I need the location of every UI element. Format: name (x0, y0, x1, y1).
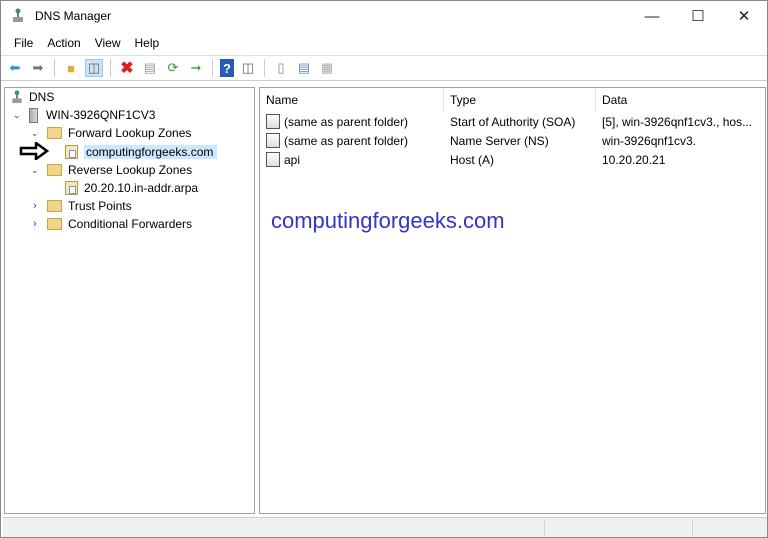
up-folder-icon[interactable]: ■ (62, 59, 80, 77)
tree-label: WIN-3926QNF1CV3 (46, 108, 156, 122)
tree-label: 20.20.10.in-addr.arpa (84, 181, 199, 195)
tree-dns-root[interactable]: DNS (11, 88, 54, 106)
close-button[interactable]: ✕ (721, 1, 767, 31)
tree-label: Conditional Forwarders (68, 217, 193, 231)
server-icon (29, 107, 38, 123)
pointer-arrow-icon (19, 142, 49, 160)
cell-type: Start of Authority (SOA) (450, 115, 576, 129)
help-icon[interactable]: ? (220, 59, 234, 77)
separator (110, 59, 111, 77)
title-bar: DNS Manager — ☐ ✕ (1, 1, 767, 31)
column-header-type[interactable]: Type (444, 88, 596, 112)
folder-icon (47, 164, 62, 176)
delete-icon[interactable]: ✖ (118, 59, 136, 77)
minimize-button[interactable]: — (629, 1, 675, 31)
chevron-right-icon[interactable]: › (33, 200, 37, 212)
forward-icon[interactable]: ➡ (29, 59, 47, 77)
chevron-right-icon[interactable]: › (33, 218, 37, 230)
folder-icon (47, 127, 62, 139)
window-title: DNS Manager (35, 9, 112, 23)
tree-trust-points[interactable]: Trust Points (47, 197, 132, 215)
status-divider (544, 521, 545, 535)
maximize-button[interactable]: ☐ (675, 1, 721, 31)
cell-name: api (284, 153, 301, 167)
chevron-down-icon[interactable]: ⌄ (31, 128, 39, 139)
tree-label: DNS (29, 90, 55, 104)
dns-icon (12, 90, 22, 104)
results-list: Name Type Data (same as parent folder) S… (259, 87, 766, 514)
chevron-down-icon[interactable]: ⌄ (31, 165, 39, 176)
cell-type: Host (A) (450, 153, 495, 167)
status-bar (3, 517, 767, 537)
folder-icon (47, 200, 62, 212)
tree-zone-reverse[interactable]: 20.20.10.in-addr.arpa (65, 179, 198, 197)
menu-file[interactable]: File (7, 36, 40, 50)
chevron-down-icon[interactable]: ⌄ (13, 110, 21, 121)
record-icon (266, 152, 280, 167)
table-row[interactable]: api Host (A) 10.20.20.21 (264, 151, 764, 169)
zone-icon (65, 181, 78, 195)
cell-data: [5], win-3926qnf1cv3., hos... (602, 115, 753, 129)
tree-forward-lookup-zones[interactable]: Forward Lookup Zones (47, 124, 191, 142)
filter-icon[interactable]: ▦ (318, 59, 336, 77)
dns-app-icon (13, 8, 23, 22)
tree-conditional-forwarders[interactable]: Conditional Forwarders (47, 215, 192, 233)
menu-view[interactable]: View (88, 36, 128, 50)
tree-reverse-lookup-zones[interactable]: Reverse Lookup Zones (47, 161, 192, 179)
refresh-icon[interactable]: ⟳ (164, 59, 182, 77)
cell-data: win-3926qnf1cv3. (602, 134, 697, 148)
menu-help[interactable]: Help (128, 36, 167, 50)
cell-name: (same as parent folder) (284, 134, 409, 148)
separator (212, 59, 213, 77)
cell-type: Name Server (NS) (450, 134, 549, 148)
separator (264, 59, 265, 77)
column-header-data[interactable]: Data (596, 88, 766, 112)
back-icon[interactable]: ⬅ (6, 59, 24, 77)
status-divider (692, 521, 693, 535)
table-row[interactable]: (same as parent folder) Name Server (NS)… (264, 132, 764, 150)
zone-icon[interactable]: ▤ (295, 59, 313, 77)
export-list-icon[interactable]: ➞ (187, 59, 205, 77)
tree-label: Forward Lookup Zones (68, 126, 192, 140)
menu-bar: File Action View Help (1, 32, 166, 54)
show-hide-console-tree-icon[interactable]: ◫ (85, 59, 103, 77)
separator (54, 59, 55, 77)
cell-name: (same as parent folder) (284, 115, 409, 129)
properties-icon[interactable]: ▤ (141, 59, 159, 77)
column-header-name[interactable]: Name (260, 88, 444, 112)
record-icon (266, 114, 280, 129)
cell-data: 10.20.20.21 (602, 153, 666, 167)
watermark-text: computingforgeeks.com (271, 208, 505, 233)
server-icon[interactable]: ▯ (272, 59, 290, 77)
action-pane-icon[interactable]: ◫ (239, 59, 257, 77)
tree-label: Reverse Lookup Zones (68, 163, 193, 177)
zone-icon (65, 145, 78, 159)
record-icon (266, 133, 280, 148)
dns-manager-window: DNS Manager — ☐ ✕ File Action View Help … (0, 0, 768, 538)
tree-label-selected: computingforgeeks.com (84, 145, 218, 159)
toolbar: ⬅ ➡ ■ ◫ ✖ ▤ ⟳ ➞ ? ◫ ▯ ▤ ▦ (1, 55, 767, 81)
tree-label: Trust Points (68, 199, 132, 213)
table-row[interactable]: (same as parent folder) Start of Authori… (264, 113, 764, 131)
tree-zone-computingforgeeks[interactable]: computingforgeeks.com (65, 143, 218, 161)
menu-action[interactable]: Action (40, 36, 87, 50)
tree-server[interactable]: WIN-3926QNF1CV3 (29, 106, 155, 124)
folder-icon (47, 218, 62, 230)
